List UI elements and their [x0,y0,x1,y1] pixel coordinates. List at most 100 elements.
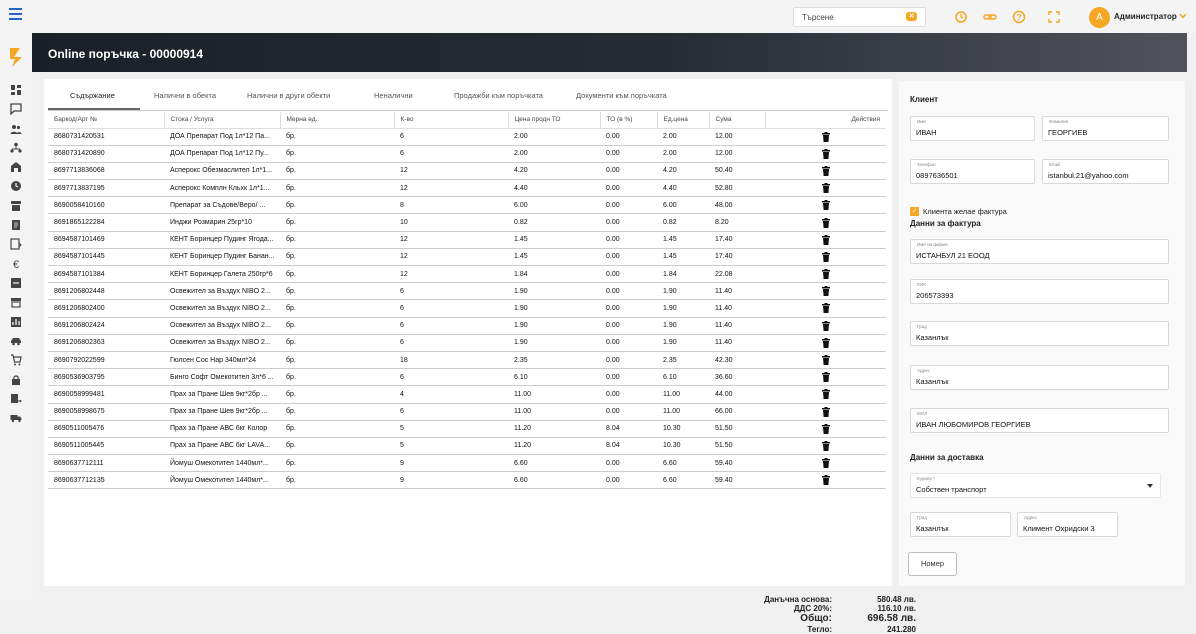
cart-icon[interactable] [10,353,22,366]
table-row[interactable]: 8691865122284 Инджи Розмарин 25гр*10 бр. 10… [48,213,886,232]
cell-discount: 0.00 [600,454,657,473]
table-row[interactable]: 8697713836068 Асперокс Обезмаслител 1л*1.… [48,162,886,181]
column-header-product[interactable]: Стока / Услуга [163,112,280,129]
refresh-icon[interactable] [954,10,968,24]
table-row[interactable]: 8690058999481 Прах за Пране Шев 9кг*2бр .… [48,385,886,404]
trash-icon[interactable] [821,217,830,228]
trash-icon[interactable] [821,148,830,159]
network-icon[interactable] [10,141,22,153]
table-row[interactable]: 8691206802400 Освежител за Въздух NIBO 2.… [48,299,886,318]
table-row[interactable]: 8690637712111 Йомуш Омекотител 1440мл*...… [48,454,886,473]
warehouse-icon[interactable] [10,160,22,172]
delivery-city-field[interactable]: Град Казанлък [910,512,1011,537]
tab-order-sales[interactable]: Продажби към поръчката [454,91,543,100]
table-row[interactable]: 8694587101384 КЕНТ Боринцер Галета 250гр*… [48,265,886,284]
tab-available-other-sites[interactable]: Налични в други обекти [247,91,330,100]
invoice-address-field[interactable]: Адрес Казанлък [910,365,1169,390]
tab-content[interactable]: Съдържание [70,91,115,100]
invoice-city-field[interactable]: Град Казанлък [910,321,1169,346]
number-button[interactable]: Номер [908,552,957,576]
file-transfer-icon[interactable] [10,392,22,404]
trash-icon[interactable] [821,269,830,280]
trash-icon[interactable] [821,303,830,314]
hamburger-menu-icon[interactable] [9,8,22,20]
table-row[interactable]: 8680731420890 ДОА Препарат Под 1л*12 Пу..… [48,145,886,163]
trash-icon[interactable] [821,372,830,383]
table-row[interactable]: 8691206802448 Освежител за Въздух NIBO 2.… [48,282,886,301]
column-header-quantity[interactable]: К-во [393,112,508,129]
trash-icon[interactable] [821,286,830,297]
table-row[interactable]: 8690511005445 Прах за Пране АВС 6кг LAVA.… [48,437,886,456]
trash-icon[interactable] [821,440,830,451]
trash-icon[interactable] [821,475,830,486]
euro-icon[interactable]: € [10,257,22,271]
first-name-field[interactable]: Име ИВАН [910,116,1035,141]
delivery-address-field[interactable]: Адрес Климент Охридски 3 [1017,512,1118,537]
trash-icon[interactable] [821,389,830,400]
time-icon[interactable] [10,179,22,191]
lock-icon[interactable] [10,373,22,385]
trash-icon[interactable] [821,200,830,211]
column-header-unit[interactable]: Мерна ед. [279,112,394,129]
phone-field[interactable]: Телефон 0897636501 [910,159,1035,184]
table-row[interactable]: 8690058410160 Препарат за Съдове/Веро/ ..… [48,196,886,215]
trash-icon[interactable] [821,183,830,194]
invoice-checkbox[interactable]: ✓ [910,207,919,216]
table-row[interactable]: 8690637712135 Йомуш Омекотител 1440мл*...… [48,471,886,490]
mol-field[interactable]: МОЛ ИВАН ЛЮБОМИРОВ ГЕОРГИЕВ [910,408,1169,433]
report-icon[interactable] [10,237,22,250]
search-clear-icon[interactable]: ✕ [906,12,917,21]
avatar[interactable]: A [1089,7,1110,28]
trash-icon[interactable] [821,320,830,331]
eik-field[interactable]: ЕИК 206573393 [910,279,1169,304]
trash-icon[interactable] [821,251,830,262]
trash-icon[interactable] [821,458,830,469]
chevron-down-icon[interactable] [1179,13,1187,19]
table-row[interactable]: 8690536903795 Бинго Софт Омекотител 3л*6 … [48,368,886,387]
column-header-price-before-discount[interactable]: Цена продн ТО [507,112,600,129]
email-field[interactable]: Email istanbul.21@yahoo.com [1042,159,1169,184]
users-icon[interactable] [10,122,22,134]
company-name-field[interactable]: Име на фирма ИСТАНБУЛ 21 ЕООД [910,239,1169,264]
trash-icon[interactable] [821,337,830,348]
tab-unavailable[interactable]: Неналични [374,91,413,100]
car-icon[interactable] [10,334,22,346]
table-row[interactable]: 8694587101469 КЕНТ Боринцер Пудинг Ягода.… [48,231,886,249]
trash-icon[interactable] [821,355,830,366]
trash-icon[interactable] [821,423,830,434]
user-name[interactable]: Администратор [1114,12,1177,21]
dashboard-icon[interactable] [10,83,22,95]
column-header-discount[interactable]: ТО (в %) [599,112,657,129]
column-header-barcode[interactable]: Баркод/Арт № [48,112,164,129]
table-row[interactable]: 8691206802363 Освежител за Въздух NIBO 2.… [48,334,886,352]
table-row[interactable]: 8690058998675 Прах за Пране Шев 9кг*2бр .… [48,403,886,421]
tab-order-documents[interactable]: Документи към поръчката [576,91,667,100]
table-row[interactable]: 8680731420531 ДОА Препарат Под 1л*12 Па..… [48,128,886,146]
table-row[interactable]: 8694587101445 КЕНТ Боринцер Пудинг Банан.… [48,248,886,267]
trash-icon[interactable] [821,165,830,176]
document-icon[interactable] [10,218,22,230]
fullscreen-icon[interactable] [1047,10,1061,24]
courier-select[interactable]: Куриер * Собствен транспорт [910,473,1161,498]
chevron-down-icon[interactable] [1147,484,1153,488]
trash-icon[interactable] [821,131,830,142]
tab-available-in-site[interactable]: Налични в обекта [154,91,216,100]
store-icon[interactable] [10,295,22,308]
archive-icon[interactable] [10,199,22,211]
last-name-field[interactable]: Фамилия ГЕОРГИЕВ [1042,116,1169,141]
logo-icon[interactable] [9,46,24,68]
column-header-sum[interactable]: Сума [708,112,765,129]
trash-icon[interactable] [821,406,830,417]
link-icon[interactable] [983,10,997,24]
chart-icon[interactable] [10,315,22,327]
table-row[interactable]: 8697713837195 Асперокс Комплн Кльхк 1л*1.… [48,179,886,198]
trash-icon[interactable] [821,234,830,245]
inbox-icon[interactable] [10,276,22,288]
help-icon[interactable]: ? [1012,10,1026,24]
table-row[interactable]: 8691206802424 Освежител за Въздух NIBO 2.… [48,317,886,335]
truck-icon[interactable] [10,411,22,423]
table-row[interactable]: 8690792022599 Гюлсен Сос Нар 340мл*24 бр. 1… [48,351,886,370]
table-row[interactable]: 8690511005476 Прах за Пране АВС 6кг Колор… [48,420,886,438]
column-header-unit-price[interactable]: Ед.цена [656,112,709,129]
chat-icon[interactable] [10,102,22,116]
